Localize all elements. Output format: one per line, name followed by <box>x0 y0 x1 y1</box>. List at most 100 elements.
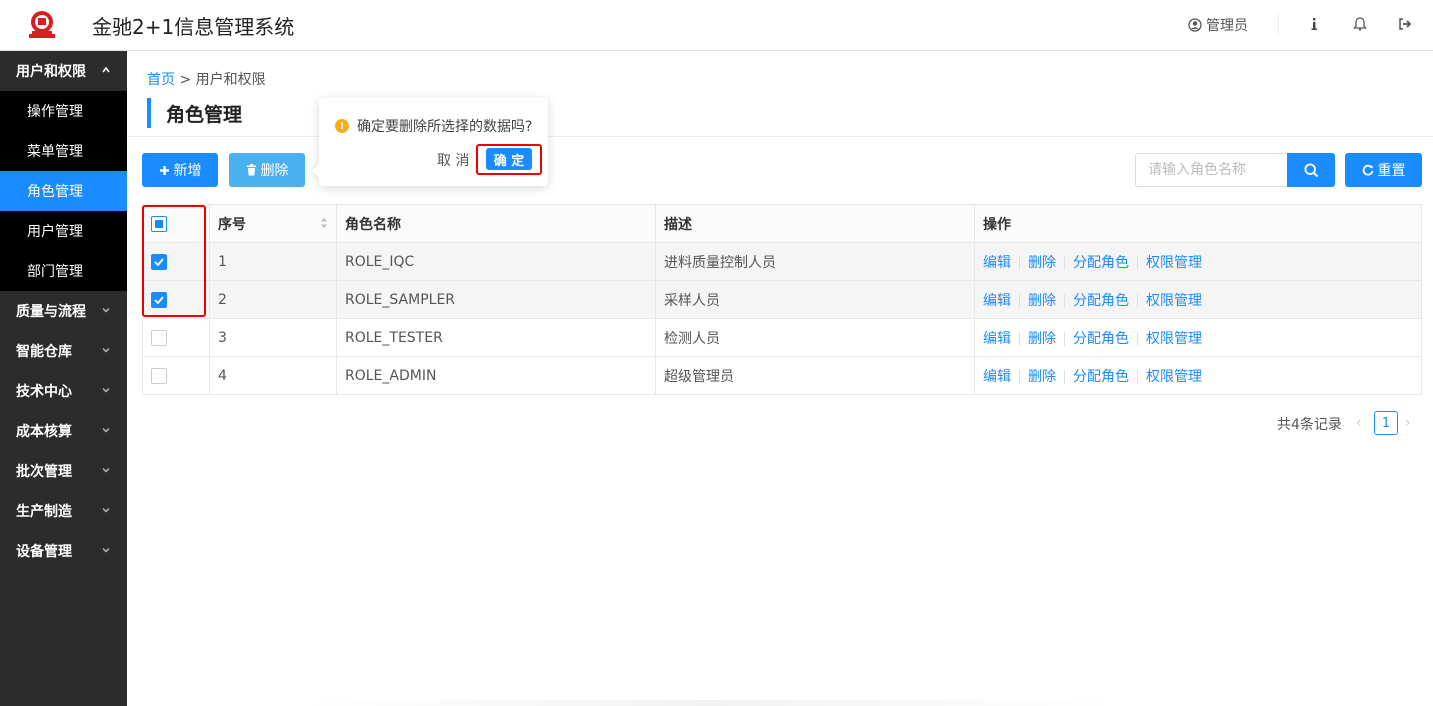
row-description: 检测人员 <box>655 318 975 357</box>
breadcrumb: 首页 > 用户和权限 <box>147 69 266 89</box>
popover-arrow <box>311 163 327 179</box>
sidebar-group-quality[interactable]: 质量与流程 <box>0 291 127 331</box>
sidebar-group-cost[interactable]: 成本核算 <box>0 411 127 451</box>
permission-link[interactable]: 权限管理 <box>1146 331 1202 347</box>
search-icon <box>1303 162 1318 177</box>
header-description: 描述 <box>655 204 975 243</box>
header-no[interactable]: 序号 <box>209 204 337 243</box>
row-description: 进料质量控制人员 <box>655 242 975 281</box>
add-button-label: 新增 <box>173 162 202 178</box>
chevron-up-icon <box>102 66 110 73</box>
row-operations: 编辑 删除 分配角色 权限管理 <box>974 318 1422 357</box>
chevron-down-icon <box>102 308 110 313</box>
sidebar-group-label: 用户和权限 <box>16 64 86 80</box>
op-divider <box>1137 255 1138 270</box>
sidebar-group-label: 质量与流程 <box>16 304 86 320</box>
table-row: 2 ROLE_SAMPLER 采样人员 编辑 删除 分配角色 权限管理 <box>142 280 1422 319</box>
row-checkbox[interactable] <box>151 329 167 346</box>
chevron-down-icon <box>102 348 110 353</box>
delete-link[interactable]: 删除 <box>1028 255 1056 271</box>
row-checkbox-cell <box>142 280 210 319</box>
row-checkbox[interactable] <box>151 253 167 270</box>
check-icon <box>154 257 164 266</box>
pagination-total: 共4条记录 <box>1277 417 1342 433</box>
sidebar-item-operation[interactable]: 操作管理 <box>0 91 127 131</box>
search-button[interactable] <box>1287 153 1335 187</box>
select-all-checkbox[interactable] <box>151 215 167 232</box>
sidebar-group-user-permission[interactable]: 用户和权限 <box>0 51 127 91</box>
breadcrumb-current: 用户和权限 <box>195 72 266 88</box>
sidebar-item-label: 操作管理 <box>27 104 83 120</box>
edit-link[interactable]: 编辑 <box>983 255 1011 271</box>
table-row: 4 ROLE_ADMIN 超级管理员 编辑 删除 分配角色 权限管理 <box>142 356 1422 395</box>
role-name-search-input[interactable] <box>1135 153 1289 187</box>
popover-ok-button[interactable]: 确 定 <box>486 148 532 170</box>
row-no: 4 <box>209 356 337 395</box>
table-row: 1 ROLE_IQC 进料质量控制人员 编辑 删除 分配角色 权限管理 <box>142 242 1422 281</box>
chevron-down-icon <box>102 388 110 393</box>
row-checkbox-cell <box>142 318 210 357</box>
row-checkbox-cell <box>142 242 210 281</box>
page-title-accent <box>147 98 151 128</box>
logout-icon[interactable] <box>1395 14 1415 34</box>
delete-link[interactable]: 删除 <box>1028 369 1056 385</box>
table-row: 3 ROLE_TESTER 检测人员 编辑 删除 分配角色 权限管理 <box>142 318 1422 357</box>
row-checkbox[interactable] <box>151 367 167 384</box>
delete-confirm-popover: ! 确定要删除所选择的数据吗? 取 消 确 定 <box>311 98 548 186</box>
reset-button[interactable]: 重置 <box>1345 153 1422 187</box>
assign-role-link[interactable]: 分配角色 <box>1073 293 1129 309</box>
sidebar-item-user[interactable]: 用户管理 <box>0 211 127 251</box>
popover-message-text: 确定要删除所选择的数据吗? <box>357 119 533 135</box>
bottom-shadow <box>300 700 1120 706</box>
assign-role-link[interactable]: 分配角色 <box>1073 331 1129 347</box>
row-checkbox[interactable] <box>151 291 167 308</box>
info-icon[interactable] <box>1304 14 1324 34</box>
op-divider <box>1019 255 1020 270</box>
sidebar: 用户和权限 操作管理 菜单管理 角色管理 用户管理 部门管理 质量与流程 智能仓… <box>0 51 127 706</box>
edit-link[interactable]: 编辑 <box>983 369 1011 385</box>
pagination-page-current[interactable]: 1 <box>1374 411 1398 435</box>
permission-link[interactable]: 权限管理 <box>1146 369 1202 385</box>
permission-link[interactable]: 权限管理 <box>1146 255 1202 271</box>
row-checkbox-cell <box>142 356 210 395</box>
sidebar-item-role[interactable]: 角色管理 <box>0 171 127 211</box>
edit-link[interactable]: 编辑 <box>983 331 1011 347</box>
assign-role-link[interactable]: 分配角色 <box>1073 255 1129 271</box>
sidebar-group-equipment[interactable]: 设备管理 <box>0 531 127 571</box>
delete-link[interactable]: 删除 <box>1028 293 1056 309</box>
bell-icon[interactable] <box>1350 14 1370 34</box>
app-title: 金驰2+1信息管理系统 <box>92 15 295 39</box>
delete-link[interactable]: 删除 <box>1028 331 1056 347</box>
sidebar-item-department[interactable]: 部门管理 <box>0 251 127 291</box>
header-operations: 操作 <box>974 204 1422 243</box>
sidebar-item-menu[interactable]: 菜单管理 <box>0 131 127 171</box>
delete-button[interactable]: 删除 <box>229 153 305 187</box>
sidebar-group-batch[interactable]: 批次管理 <box>0 451 127 491</box>
chevron-down-icon <box>102 508 110 513</box>
op-divider <box>1019 369 1020 384</box>
pagination-prev-icon[interactable]: ‹ <box>1356 415 1362 431</box>
warning-icon: ! <box>335 119 349 133</box>
row-role-name: ROLE_IQC <box>336 242 656 281</box>
row-no: 3 <box>209 318 337 357</box>
row-operations: 编辑 删除 分配角色 权限管理 <box>974 242 1422 281</box>
sidebar-group-production[interactable]: 生产制造 <box>0 491 127 531</box>
sort-icon[interactable] <box>320 216 328 230</box>
sidebar-group-tech[interactable]: 技术中心 <box>0 371 127 411</box>
header-no-label: 序号 <box>218 216 246 233</box>
sidebar-item-label: 菜单管理 <box>27 144 83 160</box>
row-role-name: ROLE_SAMPLER <box>336 280 656 319</box>
chevron-down-icon <box>102 548 110 553</box>
permission-link[interactable]: 权限管理 <box>1146 293 1202 309</box>
assign-role-link[interactable]: 分配角色 <box>1073 369 1129 385</box>
breadcrumb-home-link[interactable]: 首页 <box>147 72 175 88</box>
edit-link[interactable]: 编辑 <box>983 293 1011 309</box>
select-all-cell <box>142 204 210 243</box>
add-button[interactable]: 新增 <box>142 153 218 187</box>
delete-button-label: 删除 <box>260 162 289 178</box>
pagination-next-icon[interactable]: › <box>1405 415 1411 431</box>
popover-cancel-button[interactable]: 取 消 <box>437 150 469 170</box>
user-menu[interactable]: 管理员 <box>1188 15 1248 35</box>
sidebar-group-warehouse[interactable]: 智能仓库 <box>0 331 127 371</box>
role-table: 序号 角色名称 描述 操作 1 ROLE_IQC 进料质量控制人员 编辑 删除 分配… <box>142 204 1422 395</box>
